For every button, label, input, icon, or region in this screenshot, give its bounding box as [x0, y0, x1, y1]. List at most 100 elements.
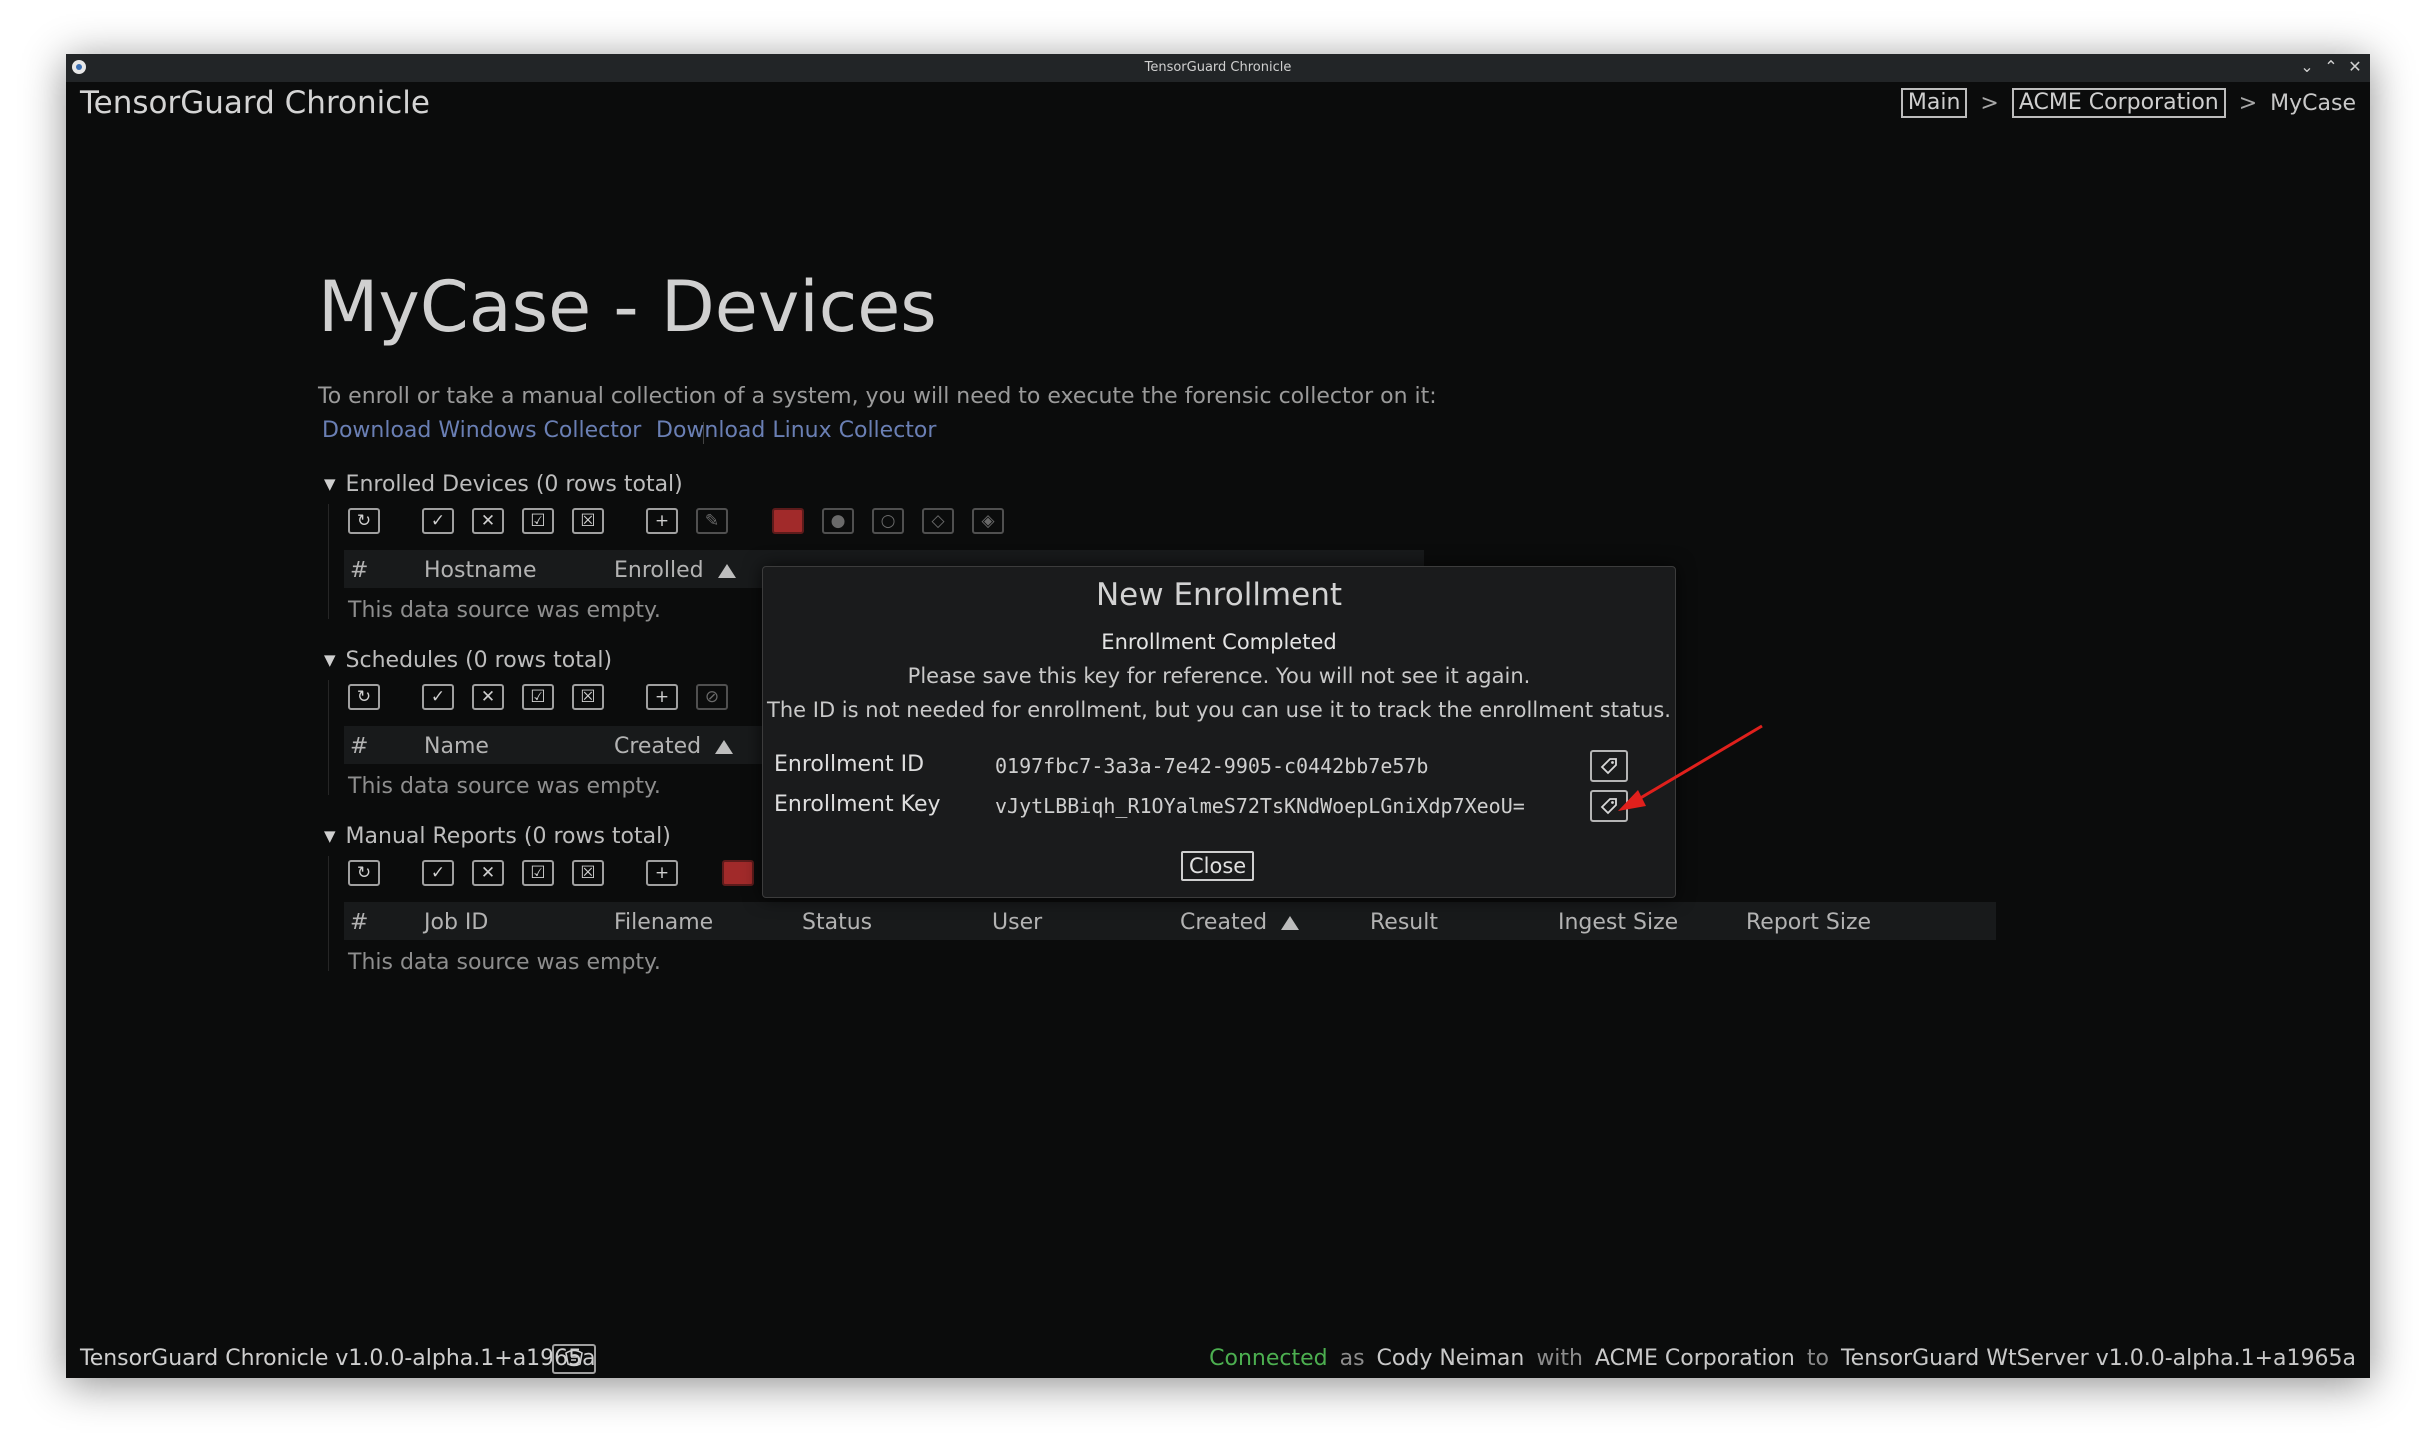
copy-icon — [1600, 758, 1617, 775]
select-button[interactable]: ✓ — [422, 508, 454, 534]
column-job-id[interactable]: Job ID — [424, 910, 488, 935]
copy-key-button[interactable] — [1590, 790, 1628, 822]
enrolled-devices-header[interactable]: ▼ Enrolled Devices (0 rows total) — [324, 472, 683, 497]
enrollment-key-value[interactable]: vJytLBBiqh_R1OYalmeS72TsKNdWoepLGniXdp7X… — [995, 794, 1525, 818]
refresh-button[interactable]: ↻ — [348, 860, 380, 886]
intro-text: To enroll or take a manual collection of… — [318, 384, 1437, 409]
column-index[interactable]: # — [350, 910, 368, 935]
checkbox-checked-icon: ☑ — [530, 687, 546, 707]
column-enrolled[interactable]: Enrolled — [614, 558, 736, 583]
schedules-header[interactable]: ▼ Schedules (0 rows total) — [324, 648, 612, 673]
breadcrumb-separator: > — [2238, 90, 2258, 116]
add-report-button[interactable]: + — [646, 860, 678, 886]
dialog-title: New Enrollment — [1095, 577, 1343, 613]
new-enrollment-dialog: New Enrollment Enrollment Completed Plea… — [762, 566, 1676, 898]
column-report-size[interactable]: Report Size — [1746, 910, 1871, 935]
deselect-button[interactable]: ✕ — [472, 508, 504, 534]
deselect-all-button[interactable]: ☒ — [572, 508, 604, 534]
column-ingest-size[interactable]: Ingest Size — [1558, 910, 1678, 935]
select-all-button[interactable]: ☑ — [522, 684, 554, 710]
refresh-button[interactable]: ↻ — [348, 508, 380, 534]
breadcrumb-org[interactable]: ACME Corporation — [2011, 88, 2226, 118]
app-window: TensorGuard Chronicle ⌄ ⌃ ✕ TensorGuard … — [66, 54, 2370, 1378]
untag-button[interactable]: ◈ — [972, 508, 1004, 534]
reports-empty-text: This data source was empty. — [348, 950, 661, 975]
collapse-triangle-icon: ▼ — [324, 475, 336, 493]
title-bar: TensorGuard Chronicle ⌄ ⌃ ✕ — [66, 54, 2370, 82]
stop-button[interactable]: ○ — [872, 508, 904, 534]
checkbox-x-icon: ☒ — [580, 511, 596, 531]
column-created[interactable]: Created — [614, 734, 734, 759]
schedules-empty-text: This data source was empty. — [348, 774, 661, 799]
deselect-all-button[interactable]: ☒ — [572, 684, 604, 710]
app-header: TensorGuard Chronicle Main > ACME Corpor… — [66, 82, 2370, 122]
tag-remove-icon: ◈ — [981, 511, 995, 531]
column-user[interactable]: User — [992, 910, 1042, 935]
enrollment-id-label: Enrollment ID — [774, 752, 925, 777]
select-all-button[interactable]: ☑ — [522, 860, 554, 886]
column-index[interactable]: # — [350, 734, 368, 759]
collapse-triangle-icon: ▼ — [324, 651, 336, 669]
minimize-icon[interactable]: ⌄ — [2296, 57, 2318, 76]
collapse-triangle-icon: ▼ — [324, 827, 336, 845]
column-status[interactable]: Status — [802, 910, 872, 935]
window-title: TensorGuard Chronicle — [1144, 60, 1292, 75]
delete-button[interactable] — [772, 508, 804, 534]
column-index[interactable]: # — [350, 558, 368, 583]
status-server: TensorGuard WtServer v1.0.0-alpha.1+a196… — [1840, 1346, 2356, 1371]
maximize-icon[interactable]: ⌃ — [2320, 57, 2342, 76]
deselect-button[interactable]: ✕ — [472, 684, 504, 710]
tag-button[interactable]: ◇ — [922, 508, 954, 534]
select-all-button[interactable]: ☑ — [522, 508, 554, 534]
status-with: with — [1536, 1346, 1583, 1371]
column-hostname[interactable]: Hostname — [424, 558, 536, 583]
column-result[interactable]: Result — [1370, 910, 1438, 935]
sort-ascending-icon — [715, 740, 734, 754]
enrolled-empty-text: This data source was empty. — [348, 598, 661, 623]
close-button[interactable]: Close — [1181, 851, 1255, 881]
copy-id-button[interactable] — [1590, 750, 1628, 782]
x-icon: ✕ — [480, 511, 496, 531]
delete-button[interactable] — [722, 860, 754, 886]
refresh-icon: ↻ — [356, 511, 372, 531]
copy-icon — [1600, 798, 1617, 815]
select-button[interactable]: ✓ — [422, 684, 454, 710]
column-name[interactable]: Name — [424, 734, 489, 759]
plus-icon: + — [654, 687, 670, 707]
sort-ascending-icon — [1281, 916, 1300, 930]
manual-reports-header[interactable]: ▼ Manual Reports (0 rows total) — [324, 824, 671, 849]
download-linux-link[interactable]: Download Linux Collector — [656, 418, 936, 443]
breadcrumb: Main > ACME Corporation > MyCase — [1900, 88, 2356, 118]
deselect-all-button[interactable]: ☒ — [572, 860, 604, 886]
breadcrumb-current: MyCase — [2270, 90, 2356, 116]
edit-button[interactable]: ✎ — [696, 508, 728, 534]
tag-icon: ◇ — [931, 511, 945, 531]
client-version: TensorGuard Chronicle v1.0.0-alpha.1+a19… — [80, 1346, 596, 1371]
close-window-icon[interactable]: ✕ — [2344, 57, 2366, 76]
connected-status: Connected — [1209, 1346, 1328, 1371]
select-button[interactable]: ✓ — [422, 860, 454, 886]
section-divider — [328, 680, 329, 795]
record-button[interactable]: ● — [822, 508, 854, 534]
enrollment-id-value[interactable]: 0197fbc7-3a3a-7e42-9905-c0442bb7e57b — [995, 754, 1428, 778]
download-windows-link[interactable]: Download Windows Collector — [322, 418, 641, 443]
section-divider — [328, 856, 329, 971]
dialog-message-1: Please save this key for reference. You … — [907, 664, 1531, 688]
section-divider — [328, 504, 329, 619]
column-filename[interactable]: Filename — [614, 910, 713, 935]
page-title: MyCase - Devices — [318, 266, 937, 348]
disable-button[interactable]: ⊘ — [696, 684, 728, 710]
refresh-button[interactable]: ↻ — [348, 684, 380, 710]
add-schedule-button[interactable]: + — [646, 684, 678, 710]
add-device-button[interactable]: + — [646, 508, 678, 534]
deselect-button[interactable]: ✕ — [472, 860, 504, 886]
column-created[interactable]: Created — [1180, 910, 1300, 935]
breadcrumb-main[interactable]: Main — [1900, 88, 1968, 118]
checkbox-checked-icon: ☑ — [530, 863, 546, 883]
refresh-icon: ↻ — [356, 863, 372, 883]
reports-table-header: # Job ID Filename Status User Created Re… — [344, 902, 1996, 940]
connection-status: Connected as Cody Neiman with ACME Corpo… — [1209, 1346, 2356, 1371]
report-bug-button[interactable] — [552, 1344, 596, 1374]
checkbox-x-icon: ☒ — [580, 687, 596, 707]
check-icon: ✓ — [430, 511, 446, 531]
